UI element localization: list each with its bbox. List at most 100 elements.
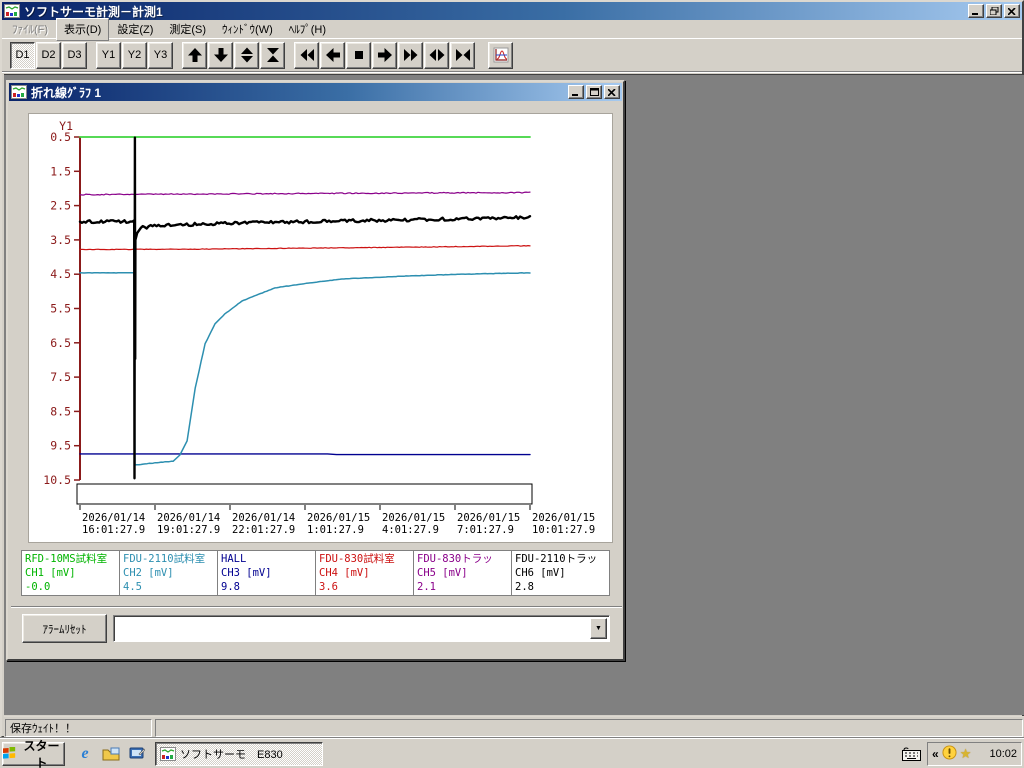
svg-text:2026/01/15: 2026/01/15 <box>457 512 520 524</box>
stop-button[interactable] <box>346 41 371 69</box>
svg-text:4:01:27.9: 4:01:27.9 <box>382 524 439 536</box>
fast-forward-button[interactable] <box>398 41 423 69</box>
quick-launch-bar: e <box>75 744 147 764</box>
svg-text:7.5: 7.5 <box>50 370 71 384</box>
toolbar-toggle-D1[interactable]: D1 <box>10 41 35 69</box>
menu-item-0: ﾌｧｲﾙ(F) <box>12 23 49 36</box>
step-left-button[interactable] <box>320 41 345 69</box>
chart-panel: Y1 0.5 1.5 2.5 3.5 4.5 5.5 6.5 7.5 8.5 9.5 10.5 2026… <box>28 113 613 543</box>
svg-text:2026/01/14: 2026/01/14 <box>82 512 145 524</box>
legend-cell-2: FDU-2110試料室 CH2 [mV] 4.5 <box>120 551 218 595</box>
svg-text:2026/01/15: 2026/01/15 <box>307 512 370 524</box>
dropdown-arrow-icon[interactable]: ▼ <box>590 618 607 639</box>
legend-cell-6: FDU-2110トラッ CH6 [mV] 2.8 <box>512 551 609 595</box>
svg-text:8.5: 8.5 <box>50 404 71 418</box>
svg-text:2026/01/15: 2026/01/15 <box>382 512 445 524</box>
task-button-label: ソフトサーモ E830 <box>180 748 283 761</box>
series-CH4 <box>79 245 531 251</box>
step-right-button[interactable] <box>372 41 397 69</box>
toolbar-toggle-Y2[interactable]: Y2 <box>122 41 147 69</box>
svg-text:4.5: 4.5 <box>50 267 71 281</box>
graph-window: 折れ線ｸﾞﾗﾌ 1 Y1 0.5 1.5 2.5 3.5 4.5 5.5 6.5 7.5 8.5 9… <box>6 80 625 661</box>
svg-text:19:01:27.9: 19:01:27.9 <box>157 524 220 536</box>
desktop: ソフトサーモ計測－計測1 ﾌｧｲﾙ(F) 表示(D) 設定(Z) 測定(S) ｳｨﾝﾄﾞ… <box>0 0 1024 768</box>
svg-text:1:01:27.9: 1:01:27.9 <box>307 524 364 536</box>
keyboard-language-icon[interactable] <box>902 746 921 761</box>
show-desktop-icon[interactable] <box>127 744 147 764</box>
series-CH6 <box>78 136 532 480</box>
toolbar-toggle-Y3[interactable]: Y3 <box>148 41 173 69</box>
menu-item-5[interactable]: ﾍﾙﾌﾟ(H) <box>281 18 334 41</box>
start-button[interactable]: スタート <box>2 739 65 768</box>
legend-cell-4: FDU-830試料室 CH4 [mV] 3.6 <box>316 551 414 595</box>
task-button-softthermo[interactable]: ソフトサーモ E830 <box>155 741 323 766</box>
scroll-down-button[interactable] <box>208 41 233 69</box>
menu-item-1[interactable]: 表示(D) <box>56 17 110 41</box>
alarm-combobox[interactable]: ▼ <box>113 615 610 642</box>
tray-overflow-chevron[interactable]: « <box>932 747 939 761</box>
graph-settings-button[interactable] <box>488 41 513 69</box>
svg-text:1.5: 1.5 <box>50 164 71 178</box>
separator <box>11 606 622 608</box>
menu-item-3[interactable]: 測定(S) <box>161 18 214 41</box>
svg-text:10:01:27.9: 10:01:27.9 <box>532 524 595 536</box>
scroll-up-button[interactable] <box>182 41 207 69</box>
star-tray-icon[interactable]: ★ <box>960 746 972 762</box>
svg-text:10.5: 10.5 <box>43 473 71 487</box>
close-button[interactable] <box>1004 4 1020 18</box>
graph-window-titlebar[interactable]: 折れ線ｸﾞﾗﾌ 1 <box>9 83 622 101</box>
compress-vertical-button[interactable] <box>260 41 285 69</box>
menu-bar: ﾌｧｲﾙ(F) 表示(D) 設定(Z) 測定(S) ｳｨﾝﾄﾞｳ(W) ﾍﾙﾌﾟ(H) <box>2 17 1022 41</box>
tray-clock[interactable]: 10:02 <box>989 748 1017 760</box>
series-CH3 <box>79 453 531 456</box>
child-minimize-button[interactable] <box>568 85 584 99</box>
child-maximize-button[interactable] <box>586 85 602 99</box>
toolbar-toggle-D3[interactable]: D3 <box>62 41 87 69</box>
svg-text:9.5: 9.5 <box>50 439 71 453</box>
fast-rewind-button[interactable] <box>294 41 319 69</box>
legend-cell-5: FDU-830トラッ CH5 [mV] 2.1 <box>414 551 512 595</box>
toolbar-toggle-Y1[interactable]: Y1 <box>96 41 121 69</box>
system-tray: « ★ 10:02 <box>927 741 1022 766</box>
minimize-button[interactable] <box>968 4 984 18</box>
alarm-reset-button[interactable]: ｱﾗｰﾑﾘｾｯﾄ <box>22 614 107 643</box>
compress-horizontal-button[interactable] <box>450 41 475 69</box>
legend-cell-1: RFD-10MS試料室 CH1 [mV] -0.0 <box>22 551 120 595</box>
legend-table: RFD-10MS試料室 CH1 [mV] -0.0 FDU-2110試料室 CH2 [m… <box>21 550 610 596</box>
expand-vertical-button[interactable] <box>234 41 259 69</box>
windows-logo-icon <box>3 747 16 759</box>
legend-cell-3: HALL CH3 [mV] 9.8 <box>218 551 316 595</box>
task-button-icon <box>160 746 176 761</box>
svg-text:2026/01/15: 2026/01/15 <box>532 512 595 524</box>
restore-button[interactable] <box>986 4 1002 18</box>
launch-folder-icon[interactable] <box>101 744 121 764</box>
svg-text:0.5: 0.5 <box>50 130 71 144</box>
status-message: 保存ｳｪｲﾄ！！ <box>5 719 152 737</box>
series-CH5 <box>79 191 531 196</box>
svg-text:22:01:27.9: 22:01:27.9 <box>232 524 295 536</box>
internet-explorer-icon[interactable]: e <box>75 744 95 764</box>
taskbar: スタート e ソフトサーモ E830 « ★ 10:02 <box>0 738 1024 768</box>
svg-text:2026/01/14: 2026/01/14 <box>157 512 220 524</box>
menu-item-2[interactable]: 設定(Z) <box>109 18 161 41</box>
expand-horizontal-button[interactable] <box>424 41 449 69</box>
svg-text:16:01:27.9: 16:01:27.9 <box>82 524 145 536</box>
svg-text:2.5: 2.5 <box>50 199 71 213</box>
svg-text:6.5: 6.5 <box>50 336 71 350</box>
start-label: スタート <box>23 738 60 768</box>
menu-item-4[interactable]: ｳｨﾝﾄﾞｳ(W) <box>214 18 281 41</box>
app-window: ソフトサーモ計測－計測1 ﾌｧｲﾙ(F) 表示(D) 設定(Z) 測定(S) ｳｨﾝﾄﾞ… <box>0 0 1024 738</box>
graph-window-title: 折れ線ｸﾞﾗﾌ 1 <box>31 85 102 100</box>
app-icon <box>4 4 20 18</box>
svg-text:5.5: 5.5 <box>50 302 71 316</box>
status-bar: 保存ｳｪｲﾄ！！ <box>4 716 1024 738</box>
svg-text:2026/01/14: 2026/01/14 <box>232 512 295 524</box>
mdi-area: 折れ線ｸﾞﾗﾌ 1 Y1 0.5 1.5 2.5 3.5 4.5 5.5 6.5 7.5 8.5 9… <box>4 74 1024 715</box>
security-shield-icon[interactable] <box>942 744 957 763</box>
child-close-button[interactable] <box>604 85 620 99</box>
toolbar-toggle-D2[interactable]: D2 <box>36 41 61 69</box>
svg-text:7:01:27.9: 7:01:27.9 <box>457 524 514 536</box>
series-CH2 <box>79 271 531 466</box>
line-chart: Y10.51.52.53.54.55.56.57.58.59.510.52026… <box>43 119 595 536</box>
graph-window-icon <box>11 85 27 99</box>
